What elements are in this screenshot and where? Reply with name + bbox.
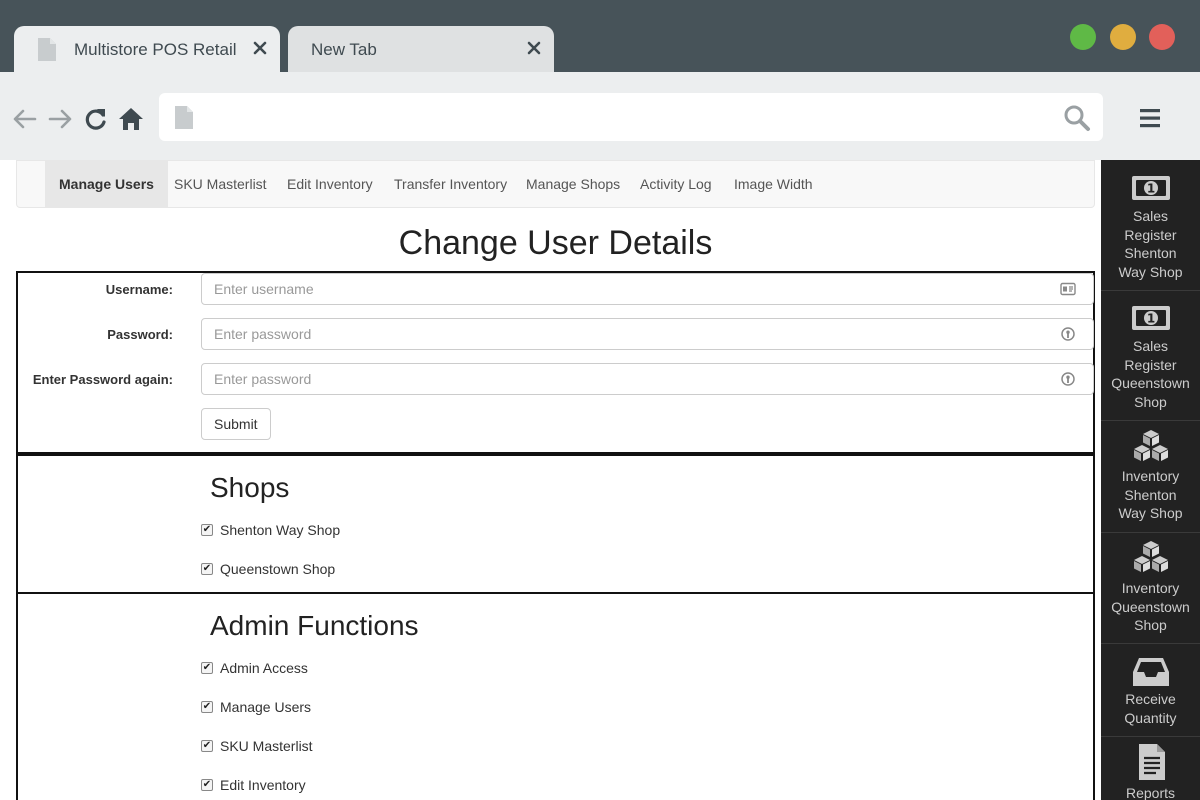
sidebar-item-reports[interactable]: Reports xyxy=(1101,737,1200,800)
admin-functions-section: Admin Functions ✔ Admin Access ✔ Manage … xyxy=(16,592,1095,800)
tab-label: New Tab xyxy=(311,40,377,59)
nav-manage-shops[interactable]: Manage Shops xyxy=(512,161,634,207)
sidebar-item-label: Inventory Queenstown Shop xyxy=(1111,580,1190,633)
admin-access-checkbox[interactable]: ✔ xyxy=(201,662,213,674)
page-content: Manage Users SKU Masterlist Edit Invento… xyxy=(0,160,1101,800)
password-input[interactable] xyxy=(201,318,1094,350)
tab-label: Multistore POS Retail xyxy=(74,40,237,59)
back-arrow-icon[interactable] xyxy=(12,106,38,132)
checkbox-label: Admin Access xyxy=(220,660,308,676)
home-icon[interactable] xyxy=(118,106,144,132)
submit-button[interactable]: Submit xyxy=(201,408,271,440)
boxes-icon xyxy=(1134,541,1168,572)
sidebar-item-inventory-shenton[interactable]: Inventory Shenton Way Shop xyxy=(1101,421,1200,533)
minimize-window-button[interactable] xyxy=(1070,24,1096,50)
edit-inventory-checkbox[interactable]: ✔ xyxy=(201,779,213,791)
password-again-label: Enter Password again: xyxy=(32,372,173,387)
browser-titlebar: Multistore POS Retail New Tab xyxy=(0,0,1200,72)
sidebar-item-sales-register-queenstown[interactable]: 1 Sales Register Queenstown Shop xyxy=(1101,291,1200,421)
report-icon xyxy=(1139,744,1165,780)
app-sidebar: 1 Sales Register Shenton Way Shop 1 Sale… xyxy=(1101,160,1200,800)
sidebar-item-label: Inventory Shenton Way Shop xyxy=(1118,468,1183,521)
shenton-way-shop-checkbox[interactable]: ✔ xyxy=(201,524,213,536)
checkbox-label: SKU Masterlist xyxy=(220,738,313,754)
browser-toolbar xyxy=(0,72,1200,160)
checkbox-label: Edit Inventory xyxy=(220,777,306,793)
nav-image-width[interactable]: Image Width xyxy=(720,161,827,207)
password-again-input[interactable] xyxy=(201,363,1094,395)
forward-arrow-icon[interactable] xyxy=(47,106,73,132)
top-navbar: Manage Users SKU Masterlist Edit Invento… xyxy=(16,160,1095,208)
password-label: Password: xyxy=(107,327,173,342)
key-icon xyxy=(1061,372,1075,386)
close-window-button[interactable] xyxy=(1149,24,1175,50)
tab-multistore[interactable]: Multistore POS Retail xyxy=(14,26,280,72)
key-icon xyxy=(1061,327,1075,341)
sidebar-item-label: Reports xyxy=(1125,785,1176,800)
admin-checkbox-row: ✔ Admin Access xyxy=(201,659,308,677)
admin-checkbox-row: ✔ SKU Masterlist xyxy=(201,737,313,755)
reload-icon[interactable] xyxy=(83,106,109,132)
username-input[interactable] xyxy=(201,273,1094,305)
shop-checkbox-row: ✔ Shenton Way Shop xyxy=(201,521,340,539)
page-icon xyxy=(175,106,193,129)
svg-text:1: 1 xyxy=(1147,312,1155,326)
address-bar[interactable] xyxy=(159,93,1103,141)
money-icon: 1 xyxy=(1132,176,1170,200)
sidebar-item-inventory-queenstown[interactable]: Inventory Queenstown Shop xyxy=(1101,533,1200,644)
nav-activity-log[interactable]: Activity Log xyxy=(626,161,726,207)
sidebar-item-label: Sales Register Shenton Way Shop xyxy=(1118,208,1183,280)
maximize-window-button[interactable] xyxy=(1110,24,1136,50)
hamburger-menu-icon[interactable] xyxy=(1138,106,1164,130)
nav-sku-masterlist[interactable]: SKU Masterlist xyxy=(160,161,281,207)
admin-checkbox-row: ✔ Manage Users xyxy=(201,698,311,716)
user-details-form: Username: Password: Enter Password again… xyxy=(16,271,1095,454)
inbox-icon xyxy=(1133,658,1169,686)
id-card-icon xyxy=(1060,282,1076,296)
checkbox-label: Manage Users xyxy=(220,699,312,715)
document-icon xyxy=(38,38,56,61)
close-tab-icon[interactable] xyxy=(524,38,544,58)
shop-checkbox-row: ✔ Queenstown Shop xyxy=(201,560,335,578)
nav-edit-inventory[interactable]: Edit Inventory xyxy=(273,161,387,207)
shops-section: Shops ✔ Shenton Way Shop ✔ Queenstown Sh… xyxy=(16,454,1095,593)
shops-heading: Shops xyxy=(210,472,290,503)
admin-checkbox-row: ✔ Edit Inventory xyxy=(201,776,306,794)
checkbox-label: Queenstown Shop xyxy=(220,561,336,577)
page-title: Change User Details xyxy=(398,224,713,262)
sidebar-item-label: Sales Register Queenstown Shop xyxy=(1111,338,1190,410)
manage-users-checkbox[interactable]: ✔ xyxy=(201,701,213,713)
queenstown-shop-checkbox[interactable]: ✔ xyxy=(201,563,213,575)
username-label: Username: xyxy=(105,282,173,297)
admin-functions-heading: Admin Functions xyxy=(210,610,419,641)
checkbox-label: Shenton Way Shop xyxy=(220,522,341,538)
boxes-icon xyxy=(1134,430,1168,461)
close-tab-icon[interactable] xyxy=(250,38,270,58)
sidebar-item-sales-register-shenton[interactable]: 1 Sales Register Shenton Way Shop xyxy=(1101,160,1200,291)
sku-masterlist-checkbox[interactable]: ✔ xyxy=(201,740,213,752)
money-icon: 1 xyxy=(1132,306,1170,330)
tab-new-tab[interactable]: New Tab xyxy=(288,26,554,72)
nav-manage-users[interactable]: Manage Users xyxy=(45,161,168,207)
search-icon[interactable] xyxy=(1063,104,1091,132)
sidebar-item-receive-quantity[interactable]: Receive Quantity xyxy=(1101,644,1200,737)
nav-transfer-inventory[interactable]: Transfer Inventory xyxy=(380,161,521,207)
svg-text:1: 1 xyxy=(1147,182,1155,196)
sidebar-item-label: Receive Quantity xyxy=(1124,691,1177,726)
